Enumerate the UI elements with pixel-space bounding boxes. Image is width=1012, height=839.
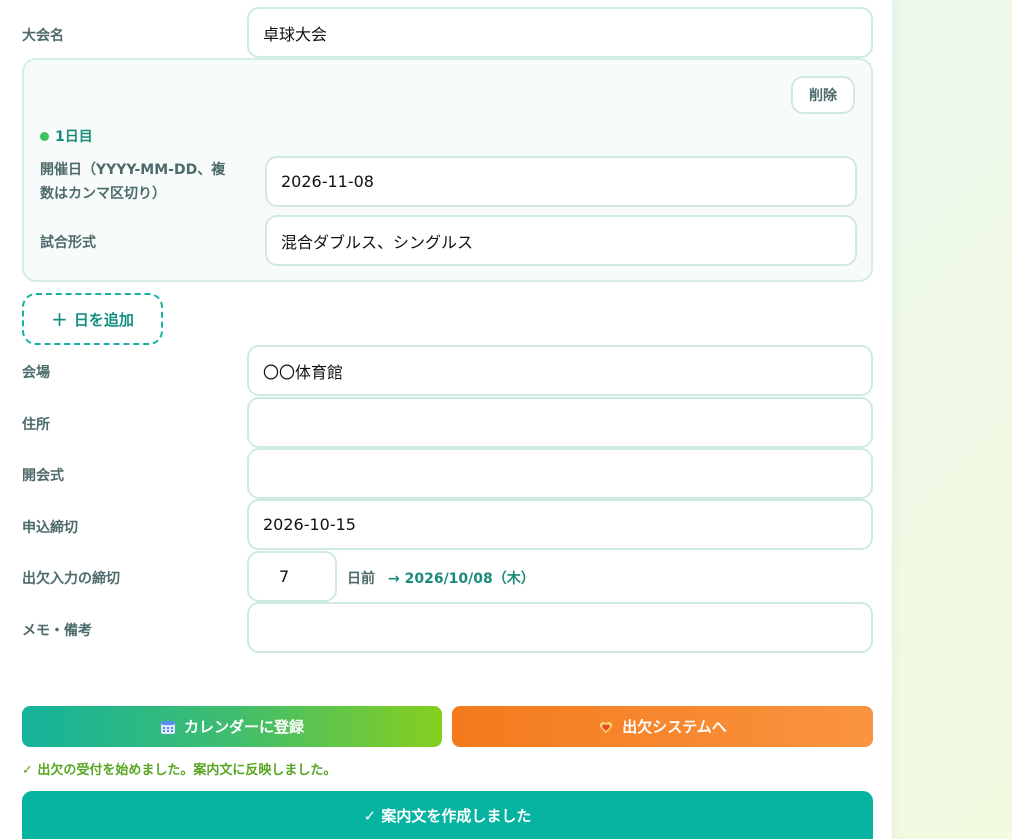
address-input[interactable] — [247, 397, 873, 448]
attendance-deadline-label: 出欠入力の締切 — [22, 571, 120, 587]
add-day-button[interactable]: + 日を追加 — [22, 293, 163, 345]
event-date-label-line2: 数はカンマ区切り） — [40, 186, 166, 202]
calendar-icon — [160, 720, 175, 734]
plus-icon: + — [51, 307, 68, 331]
delete-day-button[interactable]: 削除 — [791, 76, 855, 114]
tournament-name-label: 大会名 — [22, 28, 64, 44]
match-format-input[interactable]: 混合ダブルス、シングルス — [265, 215, 857, 266]
event-date-label-line1: 開催日（YYYY-MM-DD、複 — [40, 162, 226, 178]
event-date-input[interactable]: 2026-11-08 — [265, 156, 857, 207]
day-title: 1日目 — [40, 126, 93, 146]
match-format-label: 試合形式 — [40, 235, 96, 251]
form-card: 大会名 卓球大会 削除 1日目 開催日（YYYY-MM-DD、複 数はカンマ区切… — [0, 0, 894, 839]
address-label: 住所 — [22, 417, 50, 433]
venue-label: 会場 — [22, 365, 50, 381]
add-day-label: 日を追加 — [73, 310, 134, 329]
days-before-suffix: 日前 — [347, 571, 375, 587]
computed-deadline-date: → 2026/10/08（木） — [388, 571, 535, 587]
status-dot-icon — [40, 131, 49, 141]
heart-hand-icon — [600, 721, 613, 733]
day-section: 削除 1日目 開催日（YYYY-MM-DD、複 数はカンマ区切り） 2026-1… — [22, 58, 873, 282]
create-notice-button[interactable]: ✓ 案内文を作成しました — [22, 791, 873, 839]
event-date-label: 開催日（YYYY-MM-DD、複 数はカンマ区切り） — [40, 158, 225, 206]
memo-label: メモ・備考 — [22, 623, 92, 639]
tournament-name-input[interactable]: 卓球大会 — [247, 7, 873, 58]
memo-input[interactable] — [247, 602, 873, 653]
opening-label: 開会式 — [22, 468, 64, 484]
opening-input[interactable] — [247, 448, 873, 499]
venue-input[interactable]: 〇〇体育館 — [247, 345, 873, 396]
day-title-text: 1日目 — [55, 129, 93, 145]
entry-deadline-label: 申込締切 — [22, 520, 78, 536]
attendance-system-button[interactable]: 出欠システムへ — [452, 706, 873, 747]
attendance-deadline-days-input[interactable]: 7 — [247, 551, 337, 602]
calendar-register-button[interactable]: カレンダーに登録 — [22, 706, 442, 747]
status-message: ✓ 出欠の受付を始めました。案内文に反映しました。 — [22, 763, 337, 778]
calendar-register-label: カレンダーに登録 — [183, 718, 304, 736]
entry-deadline-input[interactable]: 2026-10-15 — [247, 499, 873, 550]
attendance-system-label: 出欠システムへ — [622, 718, 727, 736]
